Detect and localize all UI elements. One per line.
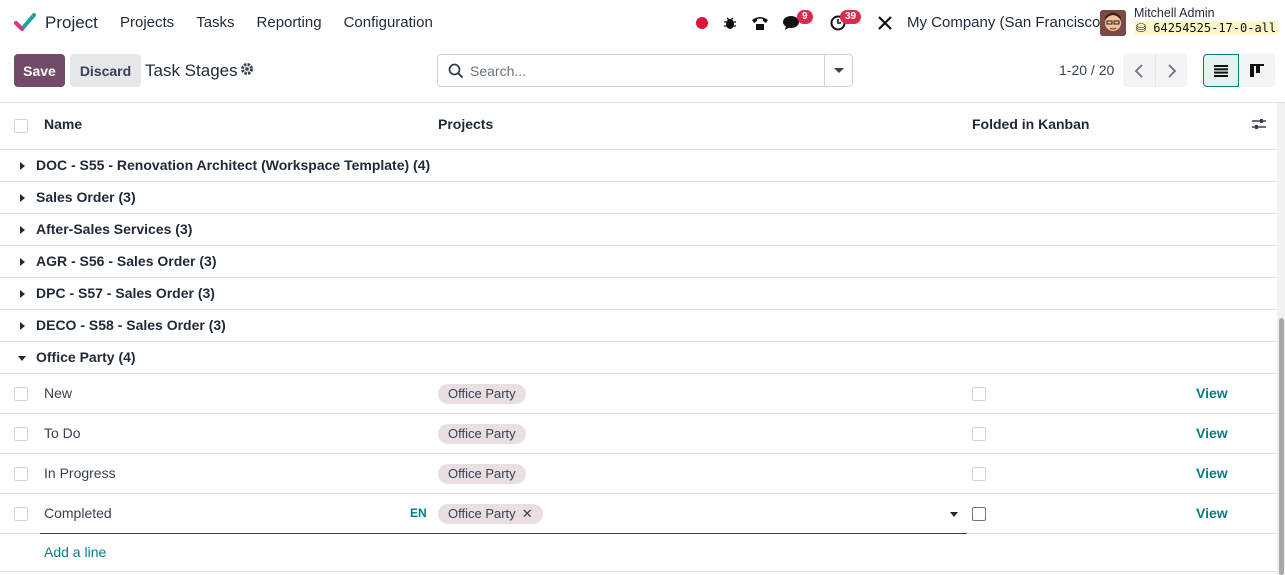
main-menu: Projects Tasks Reporting Configuration xyxy=(120,14,455,31)
page-title: Task Stages xyxy=(145,61,238,80)
group-label: After-Sales Services (3) xyxy=(36,221,193,237)
view-button[interactable]: View xyxy=(1196,425,1228,441)
menu-projects[interactable]: Projects xyxy=(120,14,174,31)
menu-configuration[interactable]: Configuration xyxy=(344,14,433,31)
caret-down-icon xyxy=(18,356,26,361)
column-name[interactable]: Name xyxy=(44,116,82,132)
bug-icon[interactable] xyxy=(722,10,738,36)
folded-checkbox[interactable] xyxy=(972,427,986,441)
tools-icon[interactable] xyxy=(876,10,894,36)
activities-badge: 39 xyxy=(840,10,862,24)
stage-name[interactable]: New xyxy=(44,385,72,401)
kanban-icon xyxy=(1250,64,1264,77)
group-label: DPC - S57 - Sales Order (3) xyxy=(36,285,215,301)
caret-down-icon xyxy=(834,68,844,73)
table-bottom-border xyxy=(0,571,1277,572)
project-tag: Office Party xyxy=(438,424,526,444)
pager-next-button[interactable] xyxy=(1155,54,1187,87)
group-row[interactable]: DECO - S58 - Sales Order (3) xyxy=(0,310,1277,342)
caret-right-icon xyxy=(20,258,25,266)
group-label: AGR - S56 - Sales Order (3) xyxy=(36,253,217,269)
company-switcher[interactable]: My Company (San Francisco) xyxy=(907,14,1105,31)
database-name: ⛁ 64254525-17-0-all xyxy=(1134,21,1279,35)
row-checkbox[interactable] xyxy=(14,507,28,521)
add-line-link[interactable]: Add a line xyxy=(44,544,106,560)
caret-right-icon xyxy=(20,322,25,330)
row-checkbox[interactable] xyxy=(14,467,28,481)
group-row[interactable]: After-Sales Services (3) xyxy=(0,214,1277,246)
search-bar xyxy=(437,54,853,87)
phone-icon[interactable] xyxy=(750,10,770,36)
caret-down-icon[interactable] xyxy=(950,512,958,517)
table-row[interactable]: New Office Party View xyxy=(0,374,1277,414)
table-header: Name Projects Folded in Kanban xyxy=(0,103,1277,150)
project-app-icon[interactable] xyxy=(14,12,36,34)
group-row[interactable]: DPC - S57 - Sales Order (3) xyxy=(0,278,1277,310)
sliders-icon[interactable] xyxy=(1251,117,1267,131)
table-row[interactable]: To Do Office Party View xyxy=(0,414,1277,454)
stage-name[interactable]: In Progress xyxy=(44,465,116,481)
table-row[interactable]: In Progress Office Party View xyxy=(0,454,1277,494)
pager-previous-button[interactable] xyxy=(1123,54,1155,87)
view-button[interactable]: View xyxy=(1196,465,1228,481)
user-name[interactable]: Mitchell Admin xyxy=(1134,6,1215,20)
menu-tasks[interactable]: Tasks xyxy=(196,14,234,31)
pager-value[interactable]: 1-20 / 20 xyxy=(1059,62,1114,78)
caret-right-icon xyxy=(20,290,25,298)
view-button[interactable]: View xyxy=(1196,505,1228,521)
list-icon xyxy=(1214,64,1228,77)
caret-right-icon xyxy=(20,194,25,202)
group-label: Sales Order (3) xyxy=(36,189,136,205)
folded-checkbox[interactable] xyxy=(972,467,986,481)
group-row-expanded[interactable]: Office Party (4) xyxy=(0,342,1277,374)
row-checkbox[interactable] xyxy=(14,427,28,441)
group-row[interactable]: AGR - S56 - Sales Order (3) xyxy=(0,246,1277,278)
view-button[interactable]: View xyxy=(1196,385,1228,401)
remove-tag-icon[interactable]: ✕ xyxy=(522,504,533,524)
list-view-button[interactable] xyxy=(1203,54,1239,87)
chevron-left-icon xyxy=(1134,63,1143,78)
project-tag: Office Party ✕ xyxy=(438,504,543,524)
discard-button[interactable]: Discard xyxy=(70,54,141,87)
save-button[interactable]: Save xyxy=(14,54,65,87)
top-navbar: Project Projects Tasks Reporting Configu… xyxy=(0,0,1285,46)
caret-right-icon xyxy=(20,162,25,170)
stage-name[interactable]: To Do xyxy=(44,425,81,441)
kanban-view-button[interactable] xyxy=(1239,54,1275,87)
folded-checkbox[interactable] xyxy=(972,387,986,401)
group-row[interactable]: Sales Order (3) xyxy=(0,182,1277,214)
search-options-toggle[interactable] xyxy=(824,55,853,86)
column-projects[interactable]: Projects xyxy=(438,116,493,132)
translate-button[interactable]: EN xyxy=(410,506,427,520)
group-label: DOC - S55 - Renovation Architect (Worksp… xyxy=(36,157,431,173)
group-label: DECO - S58 - Sales Order (3) xyxy=(36,317,226,333)
database-icon: ⛁ xyxy=(1136,21,1147,35)
gear-icon[interactable] xyxy=(240,62,254,76)
chevron-right-icon xyxy=(1167,63,1176,78)
messages-badge: 9 xyxy=(797,10,813,24)
project-tag: Office Party xyxy=(438,464,526,484)
row-checkbox[interactable] xyxy=(14,387,28,401)
app-name[interactable]: Project xyxy=(45,13,98,33)
table-row-editing[interactable]: Completed EN Office Party ✕ View xyxy=(0,494,1277,534)
select-all-checkbox[interactable] xyxy=(14,119,28,133)
caret-right-icon xyxy=(20,226,25,234)
scrollbar-thumb[interactable] xyxy=(1279,318,1284,575)
search-icon xyxy=(448,63,464,79)
user-avatar[interactable] xyxy=(1100,10,1126,36)
menu-reporting[interactable]: Reporting xyxy=(257,14,322,31)
folded-checkbox[interactable] xyxy=(972,507,986,521)
column-folded-in-kanban[interactable]: Folded in Kanban xyxy=(972,116,1089,132)
project-tag: Office Party xyxy=(438,384,526,404)
recording-dot-icon[interactable] xyxy=(695,10,709,36)
stage-name-input[interactable]: Completed xyxy=(44,505,112,521)
search-input[interactable] xyxy=(470,56,820,86)
group-row[interactable]: DOC - S55 - Renovation Architect (Worksp… xyxy=(0,150,1277,182)
edit-row-underline xyxy=(40,533,967,534)
group-label: Office Party (4) xyxy=(36,349,136,365)
